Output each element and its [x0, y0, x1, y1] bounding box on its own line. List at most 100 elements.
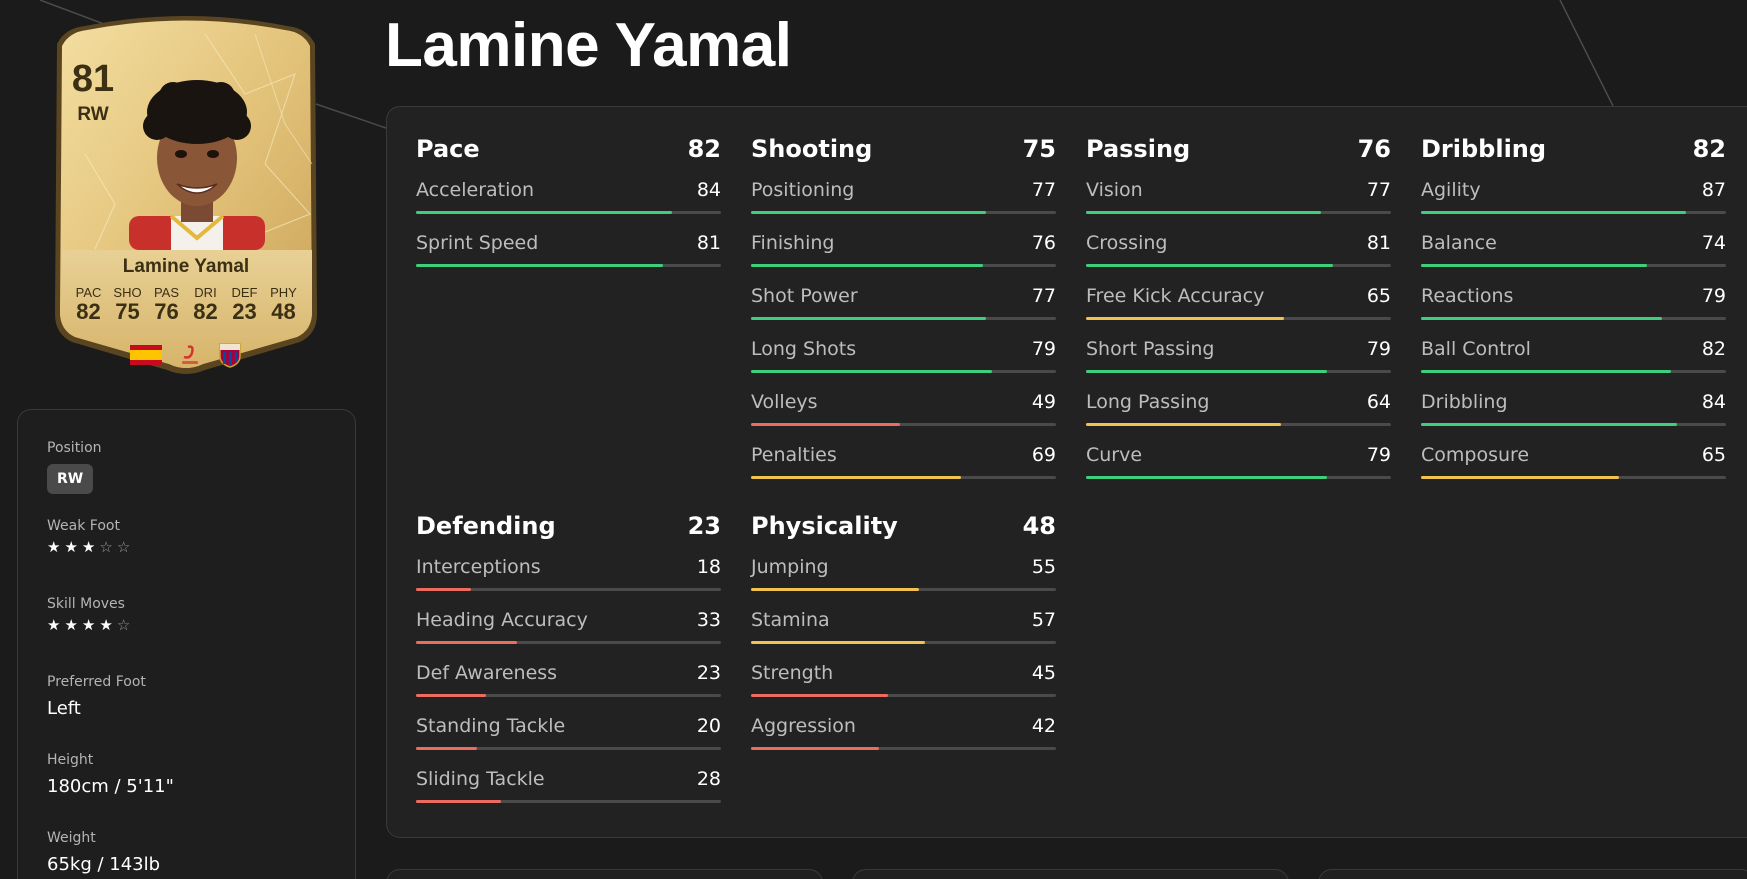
attribute-row: Composure 65 [1421, 434, 1726, 487]
attribute-bar [751, 747, 1056, 750]
attribute-bar [1086, 211, 1391, 214]
preferred-foot-label: Preferred Foot [47, 674, 146, 690]
group-value: 82 [1692, 135, 1726, 163]
attribute-row: Positioning 77 [751, 169, 1056, 222]
attribute-value: 64 [1366, 391, 1391, 413]
attributes-panel: Pace 82 Acceleration 84 Sprint Speed 81 Shooti… [386, 106, 1747, 838]
attribute-value: 79 [1701, 285, 1726, 307]
card-stat-value: 48 [271, 299, 296, 324]
attribute-bar-fill [1086, 476, 1327, 479]
attribute-name: Balance [1421, 232, 1497, 254]
card-badges [55, 342, 317, 368]
attribute-bar [1421, 264, 1726, 267]
attribute-row: Reactions 79 [1421, 275, 1726, 328]
attribute-bar-fill [751, 641, 925, 644]
attribute-value: 18 [696, 556, 721, 578]
attribute-value: 42 [1031, 715, 1056, 737]
attribute-bar [416, 800, 721, 803]
attribute-row: Vision 77 [1086, 169, 1391, 222]
group-name: Shooting [751, 135, 873, 163]
attribute-bar-fill [1086, 317, 1285, 320]
attribute-row: Standing Tackle 20 [416, 705, 721, 758]
attribute-name: Acceleration [416, 179, 535, 201]
attribute-bar-fill [416, 211, 673, 214]
attribute-bar-fill [751, 264, 983, 267]
attribute-row: Sprint Speed 81 [416, 222, 721, 275]
group-name: Passing [1086, 135, 1191, 163]
attribute-value: 82 [1701, 338, 1726, 360]
attribute-name: Aggression [751, 715, 856, 737]
star-filled-icon: ★ [99, 616, 113, 634]
attribute-bar [416, 211, 721, 214]
attribute-name: Volleys [751, 391, 818, 413]
group-value: 76 [1357, 135, 1391, 163]
laliga-logo-icon [182, 345, 198, 364]
attribute-bar-fill [751, 476, 962, 479]
card-stat-label: DEF [231, 285, 258, 300]
attribute-value: 65 [1701, 444, 1726, 466]
card-stat-phy: PHY 48 [264, 286, 303, 324]
card-rating: 81 [71, 58, 115, 100]
attribute-name: Interceptions [416, 556, 541, 578]
group-value: 82 [687, 135, 721, 163]
attribute-bar-fill [751, 370, 992, 373]
weight-value: 65kg / 143lb [47, 854, 161, 875]
attribute-name: Vision [1086, 179, 1143, 201]
attribute-value: 69 [1031, 444, 1056, 466]
attribute-name: Dribbling [1421, 391, 1508, 413]
spain-flag-icon [130, 345, 162, 365]
card-stat-label: SHO [113, 285, 142, 300]
attribute-value: 23 [696, 662, 721, 684]
attribute-bar [1421, 370, 1726, 373]
attribute-bar [1086, 423, 1391, 426]
skill-moves-stars: ★ ★ ★ ★ ☆ [47, 618, 130, 633]
card-stat-value: 82 [76, 299, 101, 324]
attribute-name: Standing Tackle [416, 715, 566, 737]
attribute-row: Curve 79 [1086, 434, 1391, 487]
card-stat-label: DRI [194, 285, 217, 300]
attribute-bar [1421, 476, 1726, 479]
card-stat-value: 82 [193, 299, 218, 324]
attribute-row: Crossing 81 [1086, 222, 1391, 275]
attribute-bar [751, 476, 1056, 479]
attribute-group-pace: Pace 82 Acceleration 84 Sprint Speed 81 [416, 135, 721, 275]
attribute-bar [1421, 423, 1726, 426]
attribute-row: Sliding Tackle 28 [416, 758, 721, 811]
group-header: Defending 23 [416, 512, 721, 546]
group-name: Defending [416, 512, 556, 540]
attribute-row: Strength 45 [751, 652, 1056, 705]
group-header: Pace 82 [416, 135, 721, 169]
star-empty-icon: ☆ [116, 616, 131, 634]
attribute-bar [751, 423, 1056, 426]
position-label: Position [47, 440, 102, 456]
attribute-name: Positioning [751, 179, 855, 201]
attribute-value: 55 [1031, 556, 1056, 578]
attribute-name: Reactions [1421, 285, 1514, 307]
attribute-bar [751, 264, 1056, 267]
card-position: RW [77, 104, 109, 125]
attribute-bar [751, 370, 1056, 373]
attribute-bar-fill [416, 747, 477, 750]
attribute-value: 79 [1031, 338, 1056, 360]
attribute-value: 57 [1031, 609, 1056, 631]
attribute-bar [751, 588, 1056, 591]
barcelona-crest-icon [219, 343, 241, 368]
bottom-panel-1 [386, 869, 823, 879]
attribute-row: Aggression 42 [751, 705, 1056, 758]
attribute-row: Stamina 57 [751, 599, 1056, 652]
skill-moves-label: Skill Moves [47, 596, 125, 612]
bottom-panel-3 [1318, 869, 1747, 879]
attribute-row: Short Passing 79 [1086, 328, 1391, 381]
attribute-row: Shot Power 77 [751, 275, 1056, 328]
group-header: Physicality 48 [751, 512, 1056, 546]
attribute-name: Curve [1086, 444, 1143, 466]
attribute-bar-fill [1421, 370, 1672, 373]
group-name: Pace [416, 135, 480, 163]
card-stat-value: 23 [232, 299, 257, 324]
card-stat-sho: SHO 75 [108, 286, 147, 324]
attribute-group-dribbling: Dribbling 82 Agility 87 Balance 74 Reactions 79… [1421, 135, 1726, 487]
attribute-group-physicality: Physicality 48 Jumping 55 Stamina 57 Strength 4… [751, 512, 1056, 758]
star-filled-icon: ★ [81, 538, 96, 556]
attribute-row: Interceptions 18 [416, 546, 721, 599]
attribute-row: Def Awareness 23 [416, 652, 721, 705]
